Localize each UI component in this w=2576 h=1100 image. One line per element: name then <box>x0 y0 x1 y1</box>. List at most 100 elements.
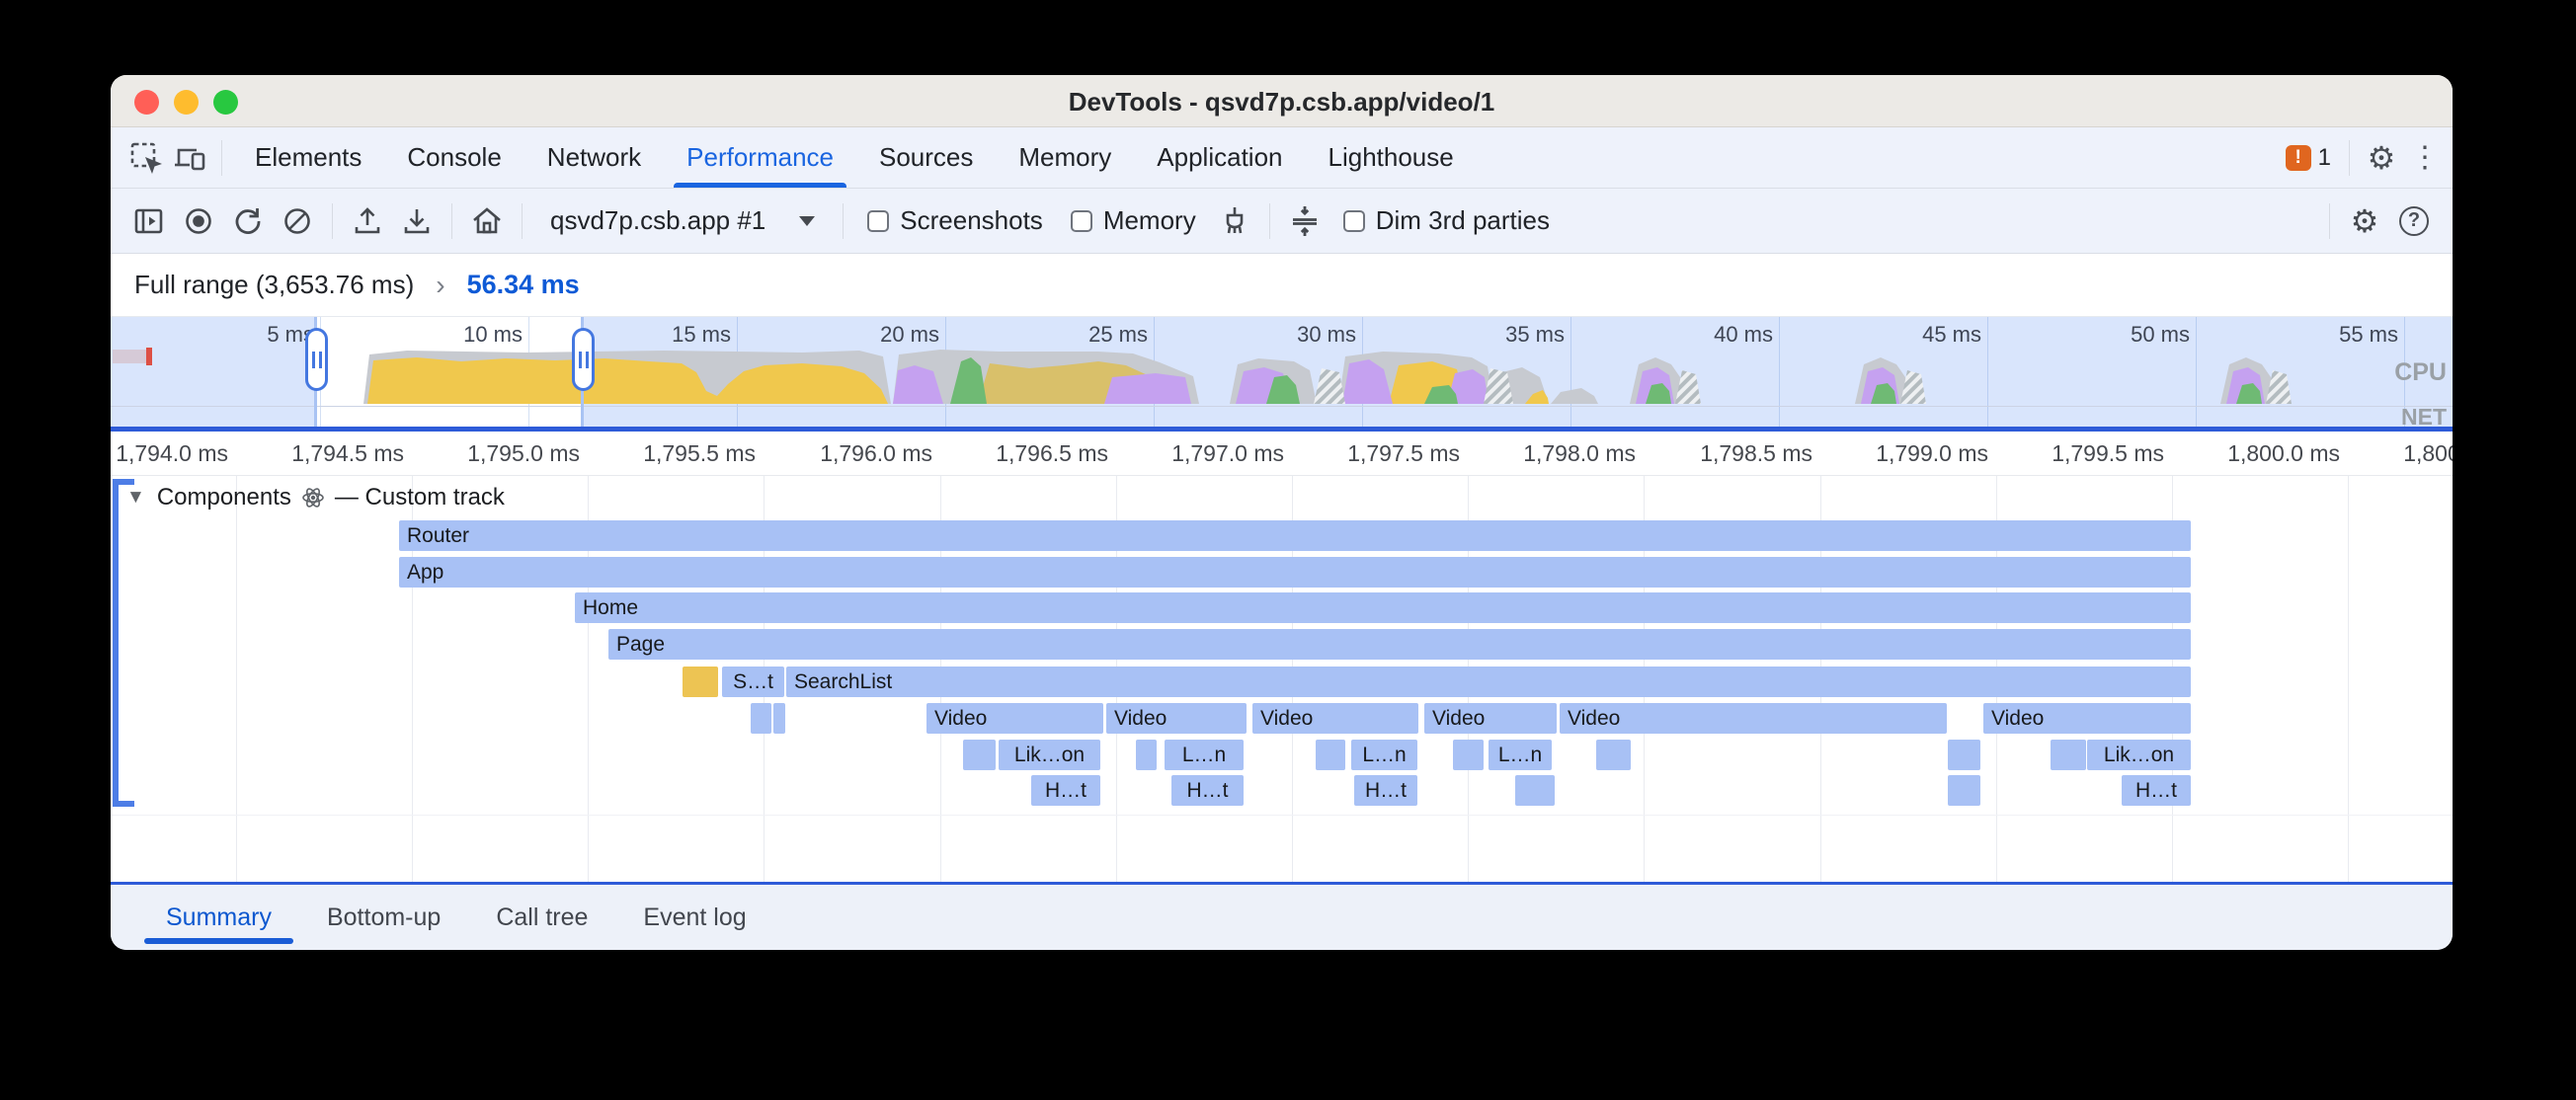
flame-bar[interactable] <box>751 703 771 734</box>
divider <box>451 203 452 239</box>
flame-bar-l-n[interactable]: L…n <box>1165 740 1244 770</box>
collect-garbage-icon[interactable] <box>1210 198 1259 244</box>
flame-bar[interactable] <box>773 703 785 734</box>
flame-bar-searchlist[interactable]: SearchList <box>786 667 2191 697</box>
selected-range-crumb[interactable]: 56.34 ms <box>467 270 580 300</box>
download-profile-icon[interactable] <box>392 198 442 244</box>
time-axis: 1,794.0 ms1,794.5 ms1,795.0 ms1,795.5 ms… <box>111 432 2453 475</box>
flame-bar-app[interactable]: App <box>399 557 2191 588</box>
flame-bar[interactable] <box>1515 775 1555 806</box>
flame-bar-l-n[interactable]: L…n <box>1351 740 1417 770</box>
upload-profile-icon[interactable] <box>343 198 392 244</box>
issues-badge[interactable]: ! 1 <box>2286 144 2331 172</box>
tab-network[interactable]: Network <box>524 127 664 188</box>
flame-bar-video[interactable]: Video <box>1424 703 1557 734</box>
settings-gear-icon[interactable]: ⚙ <box>2360 136 2403 180</box>
divider <box>1269 203 1270 239</box>
flame-bar-video[interactable]: Video <box>926 703 1103 734</box>
overview-ruler-label: 15 ms <box>583 322 731 348</box>
tab-elements[interactable]: Elements <box>232 127 384 188</box>
flame-bar-video[interactable]: Video <box>1560 703 1947 734</box>
overview-ruler-label: 10 ms <box>374 322 523 348</box>
tab-sources[interactable]: Sources <box>856 127 996 188</box>
overview-ruler-label: 35 ms <box>1416 322 1565 348</box>
tab-console[interactable]: Console <box>384 127 523 188</box>
flame-gridline <box>2348 476 2349 882</box>
home-icon[interactable] <box>462 198 512 244</box>
details-tabbar: SummaryBottom-upCall treeEvent log <box>111 882 2453 950</box>
devtools-window: DevTools - qsvd7p.csb.app/video/1 Elemen… <box>111 75 2453 950</box>
flame-bar-lik-on[interactable]: Lik…on <box>2087 740 2191 770</box>
tab-application[interactable]: Application <box>1134 127 1305 188</box>
timeline-overview[interactable]: 5 ms10 ms15 ms20 ms25 ms30 ms35 ms40 ms4… <box>111 317 2453 432</box>
checkbox-box <box>1343 210 1365 232</box>
tab-lighthouse[interactable]: Lighthouse <box>1306 127 1477 188</box>
more-options-icon[interactable]: ⋮ <box>2403 136 2447 180</box>
overview-ruler-label: 25 ms <box>1000 322 1148 348</box>
flame-bar-lik-on[interactable]: Lik…on <box>999 740 1100 770</box>
flame-bar[interactable] <box>1316 740 1345 770</box>
flame-bar[interactable] <box>1948 775 1980 806</box>
clear-icon[interactable] <box>273 198 322 244</box>
chevron-down-icon <box>799 216 815 226</box>
issue-count: 1 <box>2318 144 2331 172</box>
flame-bar[interactable] <box>683 667 718 697</box>
flame-bar-video[interactable]: Video <box>1106 703 1247 734</box>
toggle-sidebar-icon[interactable] <box>124 198 174 244</box>
reload-record-icon[interactable] <box>223 198 273 244</box>
flame-bar-router[interactable]: Router <box>399 520 2191 551</box>
full-range-crumb[interactable]: Full range (3,653.76 ms) <box>134 270 414 300</box>
track-suffix: — Custom track <box>335 484 505 511</box>
flame-bar[interactable] <box>2051 740 2086 770</box>
flame-bar-video[interactable]: Video <box>1252 703 1418 734</box>
track-bottom-line <box>111 815 2453 816</box>
tab-memory[interactable]: Memory <box>996 127 1134 188</box>
target-selector-dropdown[interactable]: qsvd7p.csb.app #1 <box>540 198 825 244</box>
help-icon[interactable]: ? <box>2389 198 2439 244</box>
flame-bar-video[interactable]: Video <box>1983 703 2191 734</box>
flame-bar-h-t[interactable]: H…t <box>2122 775 2191 806</box>
selection-right-handle[interactable] <box>572 328 595 391</box>
collapse-tracks-icon[interactable] <box>1280 198 1329 244</box>
track-selection-bracket <box>113 479 119 807</box>
flame-bar-h-t[interactable]: H…t <box>1354 775 1417 806</box>
device-toolbar-icon[interactable] <box>168 136 211 180</box>
divider <box>332 203 333 239</box>
overview-ruler-label: 45 ms <box>1833 322 1981 348</box>
details-tab-summary[interactable]: Summary <box>138 885 299 950</box>
flame-bar-h-t[interactable]: H…t <box>1031 775 1100 806</box>
details-tab-event-log[interactable]: Event log <box>615 885 773 950</box>
details-tab-call-tree[interactable]: Call tree <box>468 885 615 950</box>
screenshots-checkbox[interactable]: Screenshots <box>867 205 1043 236</box>
tab-performance[interactable]: Performance <box>664 127 856 188</box>
capture-settings-gear-icon[interactable]: ⚙ <box>2340 198 2389 244</box>
flame-bar[interactable] <box>1596 740 1631 770</box>
flame-bar-h-t[interactable]: H…t <box>1171 775 1244 806</box>
flame-bar[interactable] <box>1453 740 1484 770</box>
details-tab-bottom-up[interactable]: Bottom-up <box>299 885 468 950</box>
performance-toolbar: qsvd7p.csb.app #1 Screenshots Memory <box>111 189 2453 254</box>
flame-bar-page[interactable]: Page <box>608 629 2191 660</box>
flame-bar[interactable] <box>1948 740 1980 770</box>
flame-bar-s-t[interactable]: S…t <box>722 667 784 697</box>
track-header[interactable]: ▼ Components — Custom track <box>126 484 505 511</box>
overview-ruler-label: 55 ms <box>2250 322 2398 348</box>
time-axis-label: 1,797.5 ms <box>1302 440 1460 467</box>
flame-bar[interactable] <box>963 740 996 770</box>
flame-bar-l-n[interactable]: L…n <box>1489 740 1552 770</box>
inspect-element-icon[interactable] <box>124 136 168 180</box>
window-title: DevTools - qsvd7p.csb.app/video/1 <box>111 87 2453 118</box>
issue-warning-icon: ! <box>2286 145 2311 171</box>
record-icon[interactable] <box>174 198 223 244</box>
time-axis-label: 1,799.5 ms <box>2006 440 2164 467</box>
flame-chart[interactable]: ▼ Components — Custom track Router App Hom… <box>111 475 2453 882</box>
time-axis-label: 1,798.5 ms <box>1654 440 1812 467</box>
collapse-triangle-icon[interactable]: ▼ <box>126 487 145 509</box>
flame-bar-home[interactable]: Home <box>575 592 2191 623</box>
memory-checkbox[interactable]: Memory <box>1071 205 1196 236</box>
overview-ruler-label: 20 ms <box>791 322 939 348</box>
time-axis-label: 1,800.5 ms <box>2358 440 2453 467</box>
selection-left-handle[interactable] <box>305 328 328 391</box>
flame-bar[interactable] <box>1136 740 1157 770</box>
dim-3rd-parties-checkbox[interactable]: Dim 3rd parties <box>1343 205 1550 236</box>
